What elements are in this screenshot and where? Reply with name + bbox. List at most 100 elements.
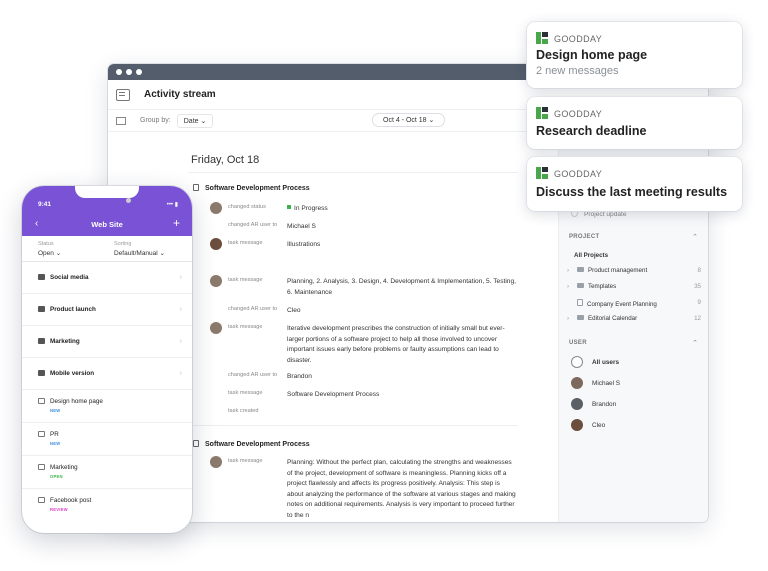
chevron-right-icon[interactable]: › bbox=[567, 267, 577, 274]
group-by-dropdown[interactable]: Date ⌄ bbox=[176, 113, 214, 128]
group-by-label: Group by: bbox=[140, 117, 171, 124]
entry-value: Cleo bbox=[287, 307, 301, 314]
sorting-dropdown[interactable]: Default/Manual ⌄ bbox=[114, 249, 165, 257]
entry-label: task message bbox=[228, 458, 263, 464]
user-name: Michael S bbox=[592, 380, 621, 387]
entry-label: task message bbox=[228, 277, 263, 283]
add-icon[interactable]: + bbox=[173, 216, 180, 230]
status-badge: NEW bbox=[50, 408, 61, 413]
mobile-app: 9:41 ••• ▮ ‹ Web Site + Status Open ⌄ So… bbox=[22, 186, 192, 533]
folder-item[interactable]: Product launch › bbox=[22, 294, 192, 326]
avatar bbox=[210, 238, 222, 250]
goodday-logo-icon bbox=[536, 167, 548, 179]
user-item[interactable]: Michael S bbox=[571, 377, 620, 389]
project-update-filter[interactable]: Project update bbox=[571, 210, 701, 218]
task-item[interactable]: Design home page NEW bbox=[22, 390, 192, 423]
project-count: 12 bbox=[694, 315, 701, 322]
goodday-logo-icon bbox=[536, 32, 548, 44]
radio-icon bbox=[571, 210, 578, 217]
group-title[interactable]: Software Development Process bbox=[193, 184, 310, 192]
project-count: 35 bbox=[694, 283, 701, 290]
user-item[interactable]: Cleo bbox=[571, 419, 605, 431]
collapse-icon[interactable]: ⌃ bbox=[692, 233, 698, 241]
user-section-header: USER bbox=[569, 340, 587, 346]
task-name: PR bbox=[50, 431, 59, 438]
entry-value: Planning, 2. Analysis, 3. Design, 4. Dev… bbox=[287, 278, 516, 296]
chevron-right-icon: › bbox=[179, 306, 182, 313]
phone-notch bbox=[75, 186, 139, 198]
day-title: Friday, Oct 18 bbox=[191, 154, 260, 166]
window-dot[interactable] bbox=[116, 69, 122, 75]
activity-stream-icon bbox=[116, 88, 130, 101]
camera-icon bbox=[126, 198, 131, 203]
status-text: In Progress bbox=[294, 205, 328, 212]
folder-item[interactable]: Mobile version › bbox=[22, 358, 192, 390]
window-dot[interactable] bbox=[136, 69, 142, 75]
status-dropdown[interactable]: Open ⌄ bbox=[38, 249, 61, 257]
project-item[interactable]: › Editorial Calendar 12 bbox=[567, 315, 701, 322]
notification-card[interactable]: GOODDAY Research deadline bbox=[527, 97, 742, 149]
project-update-label: Project update bbox=[584, 211, 627, 218]
entry-value: In Progress bbox=[287, 204, 517, 215]
chevron-right-icon: › bbox=[179, 370, 182, 377]
project-icon bbox=[38, 370, 45, 376]
notification-brand: GOODDAY bbox=[536, 167, 602, 179]
task-label: Marketing bbox=[38, 464, 78, 471]
task-item[interactable]: Marketing OPEN bbox=[22, 456, 192, 489]
avatar bbox=[210, 322, 222, 334]
project-icon bbox=[38, 306, 45, 312]
entry-value: Planning: Without the perfect plan, calc… bbox=[287, 459, 516, 519]
user-item[interactable]: All users bbox=[571, 356, 619, 368]
avatar bbox=[571, 377, 583, 389]
folder-label: Product launch bbox=[38, 306, 96, 313]
project-item[interactable]: › Templates 35 bbox=[567, 283, 701, 290]
folder-icon bbox=[577, 283, 584, 288]
project-section-header: PROJECT bbox=[569, 234, 600, 240]
task-item[interactable]: PR NEW bbox=[22, 423, 192, 456]
project-item[interactable]: › Product management 8 bbox=[567, 267, 701, 274]
folder-icon bbox=[38, 274, 45, 280]
task-label: PR bbox=[38, 431, 59, 438]
folder-item[interactable]: Social media › bbox=[22, 262, 192, 294]
mobile-header: 9:41 ••• ▮ ‹ Web Site + bbox=[22, 186, 192, 236]
avatar bbox=[571, 398, 583, 410]
entry-value: Michael S bbox=[287, 223, 316, 230]
collapse-icon[interactable]: ⌃ bbox=[692, 339, 698, 347]
notification-card[interactable]: GOODDAY Design home page 2 new messages bbox=[527, 22, 742, 88]
task-name: Facebook post bbox=[50, 497, 92, 504]
status-dot-icon bbox=[287, 205, 291, 209]
task-label: Design home page bbox=[38, 398, 103, 405]
divider bbox=[188, 172, 518, 173]
chevron-right-icon: › bbox=[179, 274, 182, 281]
all-projects-item[interactable]: All Projects bbox=[574, 252, 708, 259]
chevron-right-icon[interactable]: › bbox=[567, 315, 577, 322]
avatar bbox=[210, 275, 222, 287]
group-title-text: Software Development Process bbox=[205, 185, 310, 192]
expand-icon[interactable] bbox=[116, 116, 126, 125]
brand-text: GOODDAY bbox=[554, 109, 603, 119]
project-count: 9 bbox=[697, 299, 701, 306]
entry-value: Illustrations bbox=[287, 241, 321, 248]
project-item[interactable]: Company Event Planning 9 bbox=[567, 299, 701, 308]
task-item[interactable]: Facebook post REVIEW bbox=[22, 489, 192, 522]
chevron-right-icon[interactable]: › bbox=[567, 283, 577, 290]
brand-text: GOODDAY bbox=[554, 34, 603, 44]
user-item[interactable]: Brandon bbox=[571, 398, 616, 410]
folder-item[interactable]: Marketing › bbox=[22, 326, 192, 358]
task-icon bbox=[38, 431, 45, 437]
group-by-value: Date bbox=[183, 117, 199, 125]
date-range-dropdown[interactable]: Oct 4 - Oct 18 ⌄ bbox=[372, 113, 446, 127]
date-range-value: Oct 4 - Oct 18 bbox=[383, 117, 427, 124]
window-dot[interactable] bbox=[126, 69, 132, 75]
user-name: Brandon bbox=[592, 401, 617, 408]
group-title[interactable]: Software Development Process bbox=[193, 440, 310, 448]
task-icon bbox=[193, 440, 199, 447]
task-icon bbox=[38, 497, 45, 503]
notification-subtitle: 2 new messages bbox=[536, 65, 619, 77]
entry-value: Iterative development prescribes the con… bbox=[287, 325, 505, 364]
page-title: Activity stream bbox=[144, 89, 216, 100]
folder-name: Mobile version bbox=[50, 370, 95, 377]
folder-icon bbox=[577, 315, 584, 320]
entry-label: changed AR user to bbox=[228, 222, 278, 228]
notification-card[interactable]: GOODDAY Discuss the last meeting results bbox=[527, 157, 742, 211]
